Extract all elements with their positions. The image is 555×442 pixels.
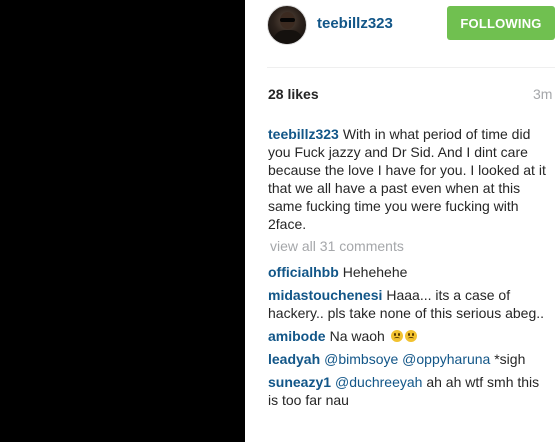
comment-text: Na waoh	[329, 328, 385, 344]
mention-link[interactable]: @duchreeyah	[335, 374, 422, 390]
comment-text: *sigh	[494, 351, 526, 367]
comment-item: amibode Na waoh	[268, 327, 550, 345]
avatar[interactable]	[267, 5, 307, 45]
worried-face-icon	[404, 330, 417, 342]
view-all-comments-link[interactable]: view all 31 comments	[270, 237, 550, 255]
avatar-figure-shades	[280, 18, 295, 22]
post-username-link[interactable]: teebillz323	[317, 15, 393, 32]
comment-author-link[interactable]: leadyah	[268, 351, 320, 367]
following-button[interactable]: FOLLOWING	[447, 6, 555, 40]
comment-author-link[interactable]: amibode	[268, 328, 326, 344]
comment-author-link[interactable]: suneazy1	[268, 374, 331, 390]
post-timestamp[interactable]: 3m	[533, 86, 552, 102]
comment-author-link[interactable]: officialhbb	[268, 264, 339, 280]
avatar-figure-body	[273, 30, 303, 44]
post-panel: teebillz323 FOLLOWING 28 likes 3m teebil…	[245, 0, 555, 442]
comment-item: suneazy1 @duchreeyah ah ah wtf smh this i…	[268, 373, 550, 409]
caption-author-link[interactable]: teebillz323	[268, 126, 339, 142]
post-media[interactable]	[0, 0, 245, 442]
comment-item: leadyah @bimbsoye @oppyharuna *sigh	[268, 350, 550, 368]
worried-face-icon	[390, 330, 403, 342]
mention-link[interactable]: @bimbsoye	[324, 351, 398, 367]
post-header: teebillz323 FOLLOWING	[245, 0, 555, 50]
likes-count[interactable]: 28 likes	[268, 86, 319, 102]
header-divider	[267, 67, 555, 68]
mention-link[interactable]: @oppyharuna	[402, 351, 490, 367]
comment-text: Hehehehe	[342, 264, 408, 280]
comment-item: midastouchenesi Haaa... its a case of hac…	[268, 286, 550, 322]
post-caption: teebillz323 With in what period of time d…	[268, 125, 550, 233]
comments-section: teebillz323 With in what period of time d…	[268, 125, 550, 409]
comment-author-link[interactable]: midastouchenesi	[268, 287, 382, 303]
comment-item: officialhbb Hehehehe	[268, 263, 550, 281]
